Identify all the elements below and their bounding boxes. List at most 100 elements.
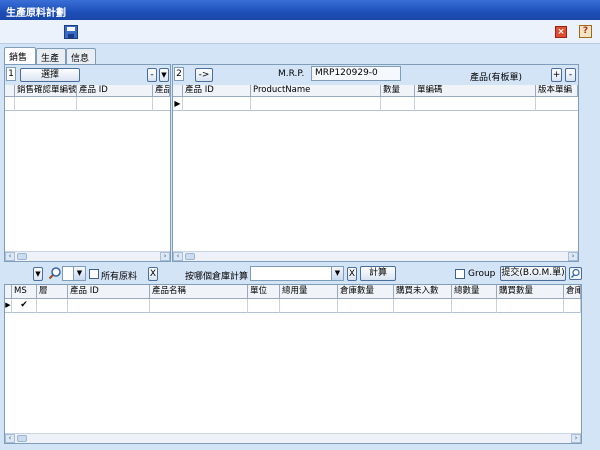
table-cell[interactable]: [37, 299, 68, 313]
table-cell[interactable]: [77, 97, 153, 111]
mrp-label: M.R.P.: [278, 69, 305, 79]
row-indicator-header: [5, 285, 12, 299]
clear-button[interactable]: X: [148, 267, 158, 281]
window-title: 生產原料計劃: [6, 8, 66, 19]
col-warehouse[interactable]: 倉庫: [564, 285, 581, 299]
level-select[interactable]: ▼: [62, 266, 86, 281]
group-label: Group: [468, 269, 496, 279]
col-product-name[interactable]: ProductName: [251, 85, 381, 97]
mrp-panel-toolbar: 2 -> M.R.P. MRP120929-0 產品(有板單) + -: [173, 65, 578, 85]
close-icon[interactable]: ×: [555, 26, 567, 38]
col-sales-no[interactable]: 銷售確認單編號: [15, 85, 77, 97]
filter-button[interactable]: ▼: [33, 267, 43, 281]
bom-table-header: MS 層 產品 ID 產品名稱 單位 總用量 倉庫數量 購買未入數 總數量 購買…: [5, 285, 581, 299]
col-product-id[interactable]: 產品 ID: [183, 85, 251, 97]
col-order-code[interactable]: 單編碼: [415, 85, 536, 97]
col-ms[interactable]: MS: [12, 285, 37, 299]
table-cell[interactable]: [564, 299, 581, 313]
table-cell[interactable]: [15, 97, 77, 111]
minus-button[interactable]: -: [147, 68, 157, 82]
row-pointer-icon: ▶: [5, 299, 12, 313]
horizontal-scrollbar[interactable]: ‹ ›: [5, 433, 581, 443]
toolbar: × ?: [0, 20, 600, 44]
warehouse-select[interactable]: ▼: [250, 266, 344, 281]
save-icon[interactable]: [64, 25, 78, 39]
col-total-usage[interactable]: 總用量: [280, 285, 338, 299]
ms-check-icon[interactable]: ✔: [12, 299, 37, 313]
table-cell[interactable]: [415, 97, 536, 111]
chevron-down-icon[interactable]: ▼: [73, 267, 85, 280]
col-quantity[interactable]: 數量: [381, 85, 415, 97]
magnifier-icon[interactable]: [48, 266, 62, 280]
scroll-thumb[interactable]: [185, 253, 195, 260]
sales-panel: 1 選擇 - ▼ 銷售確認單編號 產品 ID 產品 ‹ ›: [4, 64, 171, 262]
scroll-left-icon[interactable]: ‹: [5, 434, 15, 443]
filter-button[interactable]: ▼: [159, 68, 169, 82]
calculate-button[interactable]: 計算: [360, 266, 396, 281]
table-cell[interactable]: [150, 299, 248, 313]
clear-warehouse-button[interactable]: X: [347, 267, 357, 281]
table-cell[interactable]: [68, 299, 150, 313]
col-product-id[interactable]: 產品 ID: [77, 85, 153, 97]
window-title-bar: 生產原料計劃: [0, 0, 600, 20]
table-cell[interactable]: [251, 97, 381, 111]
scroll-thumb[interactable]: [17, 435, 27, 442]
horizontal-scrollbar[interactable]: ‹ ›: [173, 251, 578, 261]
remove-button[interactable]: -: [565, 68, 576, 82]
mrp-number-field[interactable]: MRP120929-0: [311, 66, 401, 81]
table-cell[interactable]: [338, 299, 394, 313]
add-button[interactable]: +: [551, 68, 562, 82]
table-row[interactable]: ▶ ✔: [5, 299, 581, 313]
panel-number: 1: [6, 67, 16, 81]
warehouse-label: 按哪個倉庫計算: [185, 272, 249, 282]
scroll-right-icon[interactable]: ›: [571, 434, 581, 443]
horizontal-scrollbar[interactable]: ‹ ›: [5, 251, 170, 261]
table-cell[interactable]: [183, 97, 251, 111]
col-unit[interactable]: 單位: [248, 285, 280, 299]
col-stock-qty[interactable]: 倉庫數量: [338, 285, 394, 299]
col-product[interactable]: 產品: [153, 85, 170, 97]
col-total-qty[interactable]: 總數量: [452, 285, 497, 299]
table-cell[interactable]: [452, 299, 497, 313]
row-indicator-header: [173, 85, 183, 97]
product-table-header: 產品 ID ProductName 數量 單編碼 版本單編: [173, 85, 578, 97]
scroll-right-icon[interactable]: ›: [568, 252, 578, 261]
table-cell[interactable]: [248, 299, 280, 313]
scroll-thumb[interactable]: [17, 253, 27, 260]
all-materials-checkbox[interactable]: [89, 269, 99, 279]
bom-table: MS 層 產品 ID 產品名稱 單位 總用量 倉庫數量 購買未入數 總數量 購買…: [4, 284, 582, 444]
table-cell[interactable]: [394, 299, 452, 313]
mrp-panel: 2 -> M.R.P. MRP120929-0 產品(有板單) + - 產品 I…: [172, 64, 579, 262]
row-marker: [5, 97, 15, 111]
submit-bom-button[interactable]: 提交(B.O.M.單): [500, 266, 566, 281]
row-pointer-icon: ▶: [173, 97, 183, 111]
sales-table-header: 銷售確認單編號 產品 ID 產品: [5, 85, 170, 97]
table-row[interactable]: ▶: [173, 97, 578, 111]
table-row[interactable]: [5, 97, 170, 111]
scroll-left-icon[interactable]: ‹: [173, 252, 183, 261]
transfer-button[interactable]: ->: [195, 68, 213, 82]
help-icon[interactable]: ?: [579, 25, 592, 38]
col-product-name[interactable]: 產品名稱: [150, 285, 248, 299]
calculation-toolbar: ▼ ▼ 所有原料 X 按哪個倉庫計算 ▼ X 計算 Group 提交(B.O.M…: [0, 264, 600, 284]
zoom-icon[interactable]: [569, 267, 582, 280]
table-cell[interactable]: [280, 299, 338, 313]
group-checkbox[interactable]: [455, 269, 465, 279]
scroll-left-icon[interactable]: ‹: [5, 252, 15, 261]
table-cell[interactable]: [497, 299, 564, 313]
scroll-right-icon[interactable]: ›: [160, 252, 170, 261]
tab-info[interactable]: 信息: [66, 48, 96, 64]
col-purchase-qty[interactable]: 購買數量: [497, 285, 564, 299]
col-level[interactable]: 層: [37, 285, 68, 299]
tab-production[interactable]: 生產: [36, 48, 66, 64]
col-product-id[interactable]: 產品 ID: [68, 285, 150, 299]
all-materials-label: 所有原料: [101, 272, 138, 282]
col-version[interactable]: 版本單編: [536, 85, 578, 97]
sales-panel-toolbar: 1 選擇 - ▼: [5, 65, 170, 85]
table-cell[interactable]: [381, 97, 415, 111]
tab-sales[interactable]: 銷售: [4, 47, 36, 65]
select-button[interactable]: 選擇: [20, 68, 80, 82]
col-pending-qty[interactable]: 購買未入數: [394, 285, 452, 299]
chevron-down-icon[interactable]: ▼: [331, 267, 343, 280]
product-label: 產品(有板單): [470, 73, 523, 83]
